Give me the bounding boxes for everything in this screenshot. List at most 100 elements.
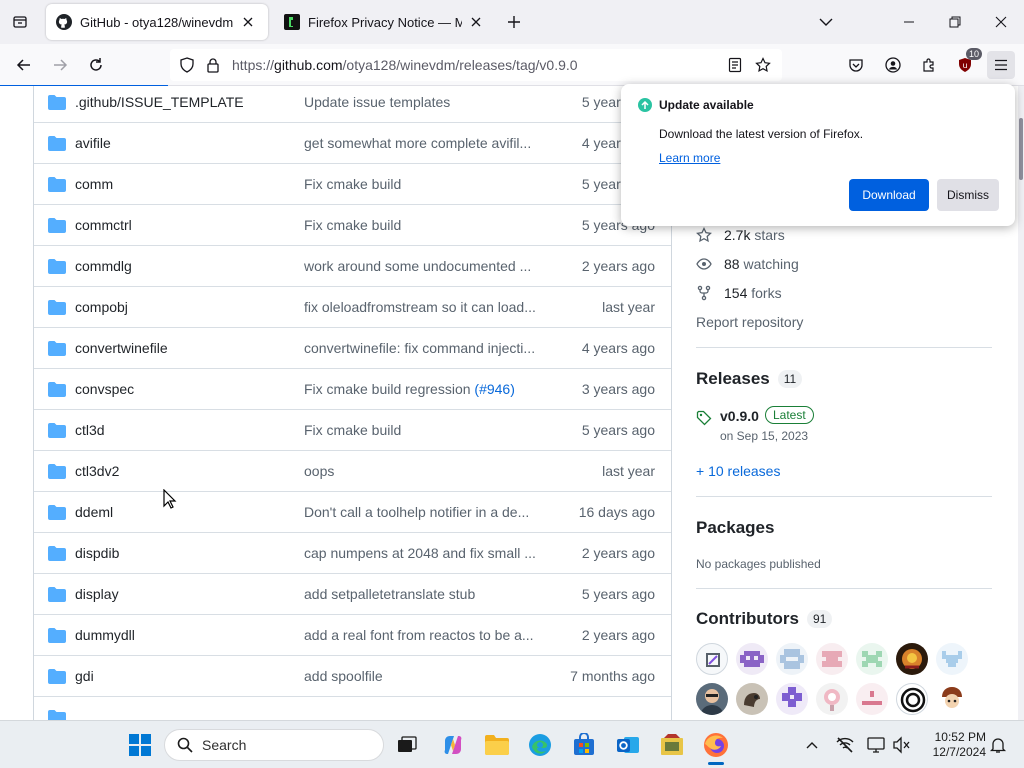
table-row[interactable]: comm Fix cmake build 5 years ago — [34, 164, 671, 205]
pull-request-link[interactable]: (#946) — [474, 381, 514, 397]
commit-message-text[interactable]: Fix cmake build regression — [304, 381, 471, 397]
avatar[interactable] — [936, 683, 968, 715]
copilot-button[interactable] — [437, 729, 469, 761]
report-repository-link[interactable]: Report repository — [696, 314, 803, 330]
table-row[interactable]: display add setpalletetranslate stub 5 y… — [34, 574, 671, 615]
account-button[interactable] — [879, 51, 907, 79]
display-settings-button[interactable] — [865, 733, 889, 757]
commit-message-link[interactable]: Fix cmake build — [304, 217, 540, 233]
app-menu-button[interactable] — [987, 51, 1015, 79]
commit-message-link[interactable]: add spoolfile — [304, 668, 540, 684]
table-row[interactable]: dummydll add a real font from reactos to… — [34, 615, 671, 656]
firefox-view-button[interactable] — [6, 8, 34, 36]
file-name-link[interactable]: dummydll — [75, 627, 135, 643]
commit-message-link[interactable]: Fix cmake build — [304, 176, 540, 192]
avatar[interactable] — [896, 683, 928, 715]
table-row[interactable]: ctl3d Fix cmake build 5 years ago — [34, 410, 671, 451]
forward-button[interactable] — [46, 51, 74, 79]
commit-message-link[interactable]: get somewhat more complete avifil... — [304, 135, 540, 151]
outlook-button[interactable] — [612, 729, 644, 761]
table-row[interactable]: convspec Fix cmake build regression (#94… — [34, 369, 671, 410]
table-row[interactable]: ddeml Don't call a toolhelp notifier in … — [34, 492, 671, 533]
forks-link[interactable]: 154 forks — [696, 283, 782, 303]
extensions-button[interactable] — [915, 51, 943, 79]
url-text[interactable]: https://github.com/otya128/winevdm/relea… — [232, 57, 578, 73]
file-name-link[interactable]: .github/ISSUE_TEMPLATE — [75, 94, 244, 110]
avatar[interactable] — [896, 643, 928, 675]
notifications-button[interactable] — [986, 733, 1010, 757]
packages-heading[interactable]: Packages — [696, 518, 774, 538]
commit-message-link[interactable]: Fix cmake build — [304, 422, 540, 438]
microsoft-store-button[interactable] — [568, 729, 600, 761]
file-name-link[interactable]: commctrl — [75, 217, 132, 233]
network-status-button[interactable] — [833, 733, 857, 757]
volume-button[interactable] — [890, 733, 914, 757]
avatar[interactable] — [856, 643, 888, 675]
show-hidden-icons-button[interactable] — [800, 733, 824, 757]
release-version-link[interactable]: v0.9.0 — [720, 408, 759, 424]
file-name-link[interactable]: display — [75, 586, 119, 602]
commit-message-link[interactable]: add a real font from reactos to be a... — [304, 627, 540, 643]
table-row[interactable]: commctrl Fix cmake build 5 years ago — [34, 205, 671, 246]
avatar[interactable] — [736, 683, 768, 715]
avatar[interactable] — [856, 683, 888, 715]
table-row[interactable] — [34, 697, 671, 720]
avatar[interactable] — [816, 643, 848, 675]
table-row[interactable]: avifile get somewhat more complete avifi… — [34, 123, 671, 164]
close-tab-button[interactable] — [238, 12, 258, 32]
table-row[interactable]: convertwinefile convertwinefile: fix com… — [34, 328, 671, 369]
minimize-button[interactable] — [886, 0, 932, 44]
avatar[interactable] — [776, 683, 808, 715]
dismiss-button[interactable]: Dismiss — [937, 179, 999, 211]
tab-github[interactable]: GitHub - otya128/winevdm: 16-bit Windows… — [46, 4, 268, 40]
commit-message-link[interactable]: cap numpens at 2048 and fix small ... — [304, 545, 540, 561]
table-row[interactable]: compobj fix oleloadfromstream so it can … — [34, 287, 671, 328]
watchers-link[interactable]: 88 watching — [696, 254, 799, 274]
url-bar[interactable]: https://github.com/otya128/winevdm/relea… — [170, 49, 782, 81]
learn-more-link[interactable]: Learn more — [659, 151, 720, 165]
file-name-link[interactable]: comm — [75, 176, 113, 192]
start-button[interactable] — [124, 729, 156, 761]
table-row[interactable]: ctl3dv2 oops last year — [34, 451, 671, 492]
file-name-link[interactable]: gdi — [75, 668, 94, 684]
reader-view-icon[interactable] — [726, 56, 744, 74]
bookmark-star-icon[interactable] — [754, 56, 772, 74]
file-name-link[interactable]: avifile — [75, 135, 111, 151]
restore-button[interactable] — [932, 0, 978, 44]
commit-message-link[interactable]: oops — [304, 463, 540, 479]
scrollbar-thumb[interactable] — [1019, 118, 1023, 180]
avatar[interactable] — [936, 643, 968, 675]
reload-button[interactable] — [82, 51, 110, 79]
tracking-protection-shield-icon[interactable] — [178, 56, 196, 74]
file-name-link[interactable]: commdlg — [75, 258, 132, 274]
commit-message-link[interactable]: convertwinefile: fix command injecti... — [304, 340, 540, 356]
commit-message-link[interactable]: work around some undocumented ... — [304, 258, 540, 274]
pinned-app-button[interactable] — [656, 729, 688, 761]
commit-message-link[interactable]: Update issue templates — [304, 94, 540, 110]
contributors-heading[interactable]: Contributors 91 — [696, 609, 833, 629]
table-row[interactable]: .github/ISSUE_TEMPLATE Update issue temp… — [34, 86, 671, 123]
stars-link[interactable]: 2.7k stars — [696, 225, 785, 245]
lock-icon[interactable] — [204, 56, 222, 74]
avatar[interactable] — [776, 643, 808, 675]
releases-heading[interactable]: Releases 11 — [696, 369, 803, 389]
ublock-origin-button[interactable]: u 10 — [951, 48, 982, 79]
avatar[interactable] — [736, 643, 768, 675]
commit-message-link[interactable]: add setpalletetranslate stub — [304, 586, 540, 602]
avatar[interactable] — [696, 643, 728, 675]
new-tab-button[interactable] — [502, 10, 526, 34]
table-row[interactable]: commdlg work around some undocumented ..… — [34, 246, 671, 287]
file-name-link[interactable]: convspec — [75, 381, 134, 397]
pocket-button[interactable] — [842, 51, 870, 79]
commit-message-link[interactable]: Don't call a toolhelp notifier in a de..… — [304, 504, 540, 520]
file-name-link[interactable]: dispdib — [75, 545, 119, 561]
file-name-link[interactable]: ctl3d — [75, 422, 105, 438]
commit-message-link[interactable]: Fix cmake build regression (#946) — [304, 381, 540, 397]
file-name-link[interactable]: ddeml — [75, 504, 113, 520]
file-explorer-button[interactable] — [481, 729, 513, 761]
page-scrollbar[interactable] — [1018, 86, 1024, 720]
avatar[interactable] — [696, 683, 728, 715]
commit-message-link[interactable]: fix oleloadfromstream so it can load... — [304, 299, 540, 315]
table-row[interactable]: gdi add spoolfile 7 months ago — [34, 656, 671, 697]
table-row[interactable]: dispdib cap numpens at 2048 and fix smal… — [34, 533, 671, 574]
